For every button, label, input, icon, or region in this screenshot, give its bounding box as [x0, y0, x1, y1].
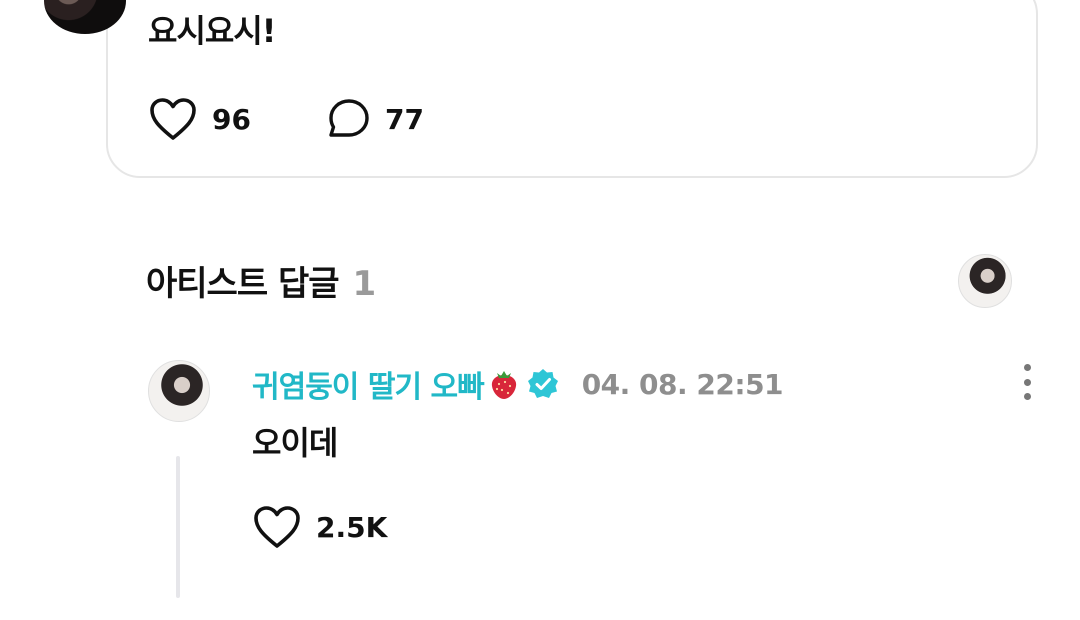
more-options-button[interactable] [1012, 364, 1042, 400]
comment-bubble-icon [329, 99, 369, 137]
reply-author-name[interactable]: 귀염둥이 딸기 오빠 [252, 362, 485, 406]
reply-meta: 귀염둥이 딸기 오빠 04. 08. 22:51 [252, 362, 784, 406]
post-like-button[interactable]: 96 [148, 96, 251, 142]
heart-icon [254, 506, 300, 548]
artist-avatar[interactable] [958, 254, 1012, 308]
post-actions: 96 77 [148, 96, 424, 142]
strawberry-icon [488, 367, 520, 401]
reply-timestamp: 04. 08. 22:51 [581, 367, 784, 401]
section-title: 아티스트 답글 [146, 264, 340, 304]
heart-icon [150, 98, 196, 140]
post-comment-count: 77 [384, 102, 424, 136]
reply-actions: 2.5K [252, 504, 387, 550]
reply-author-avatar[interactable] [148, 360, 210, 422]
post-text: 요시요시! [148, 12, 276, 50]
reply-text: 오이데 [252, 424, 338, 462]
reply-like-button[interactable]: 2.5K [252, 504, 387, 550]
artist-replies-header: 아티스트 답글 1 [146, 256, 377, 305]
post-comment-button[interactable]: 77 [327, 97, 424, 141]
more-vertical-icon [1023, 364, 1031, 371]
section-reply-count: 1 [352, 264, 377, 304]
thread-line [176, 456, 180, 598]
post-like-count: 96 [212, 102, 251, 136]
artist-replies-screen: 요시요시! 96 77 아티스트 답글 1 귀염둥이 딸기 오빠 04. 08.… [0, 0, 1080, 620]
reply-like-count: 2.5K [316, 510, 388, 544]
verified-badge-icon [526, 367, 560, 401]
